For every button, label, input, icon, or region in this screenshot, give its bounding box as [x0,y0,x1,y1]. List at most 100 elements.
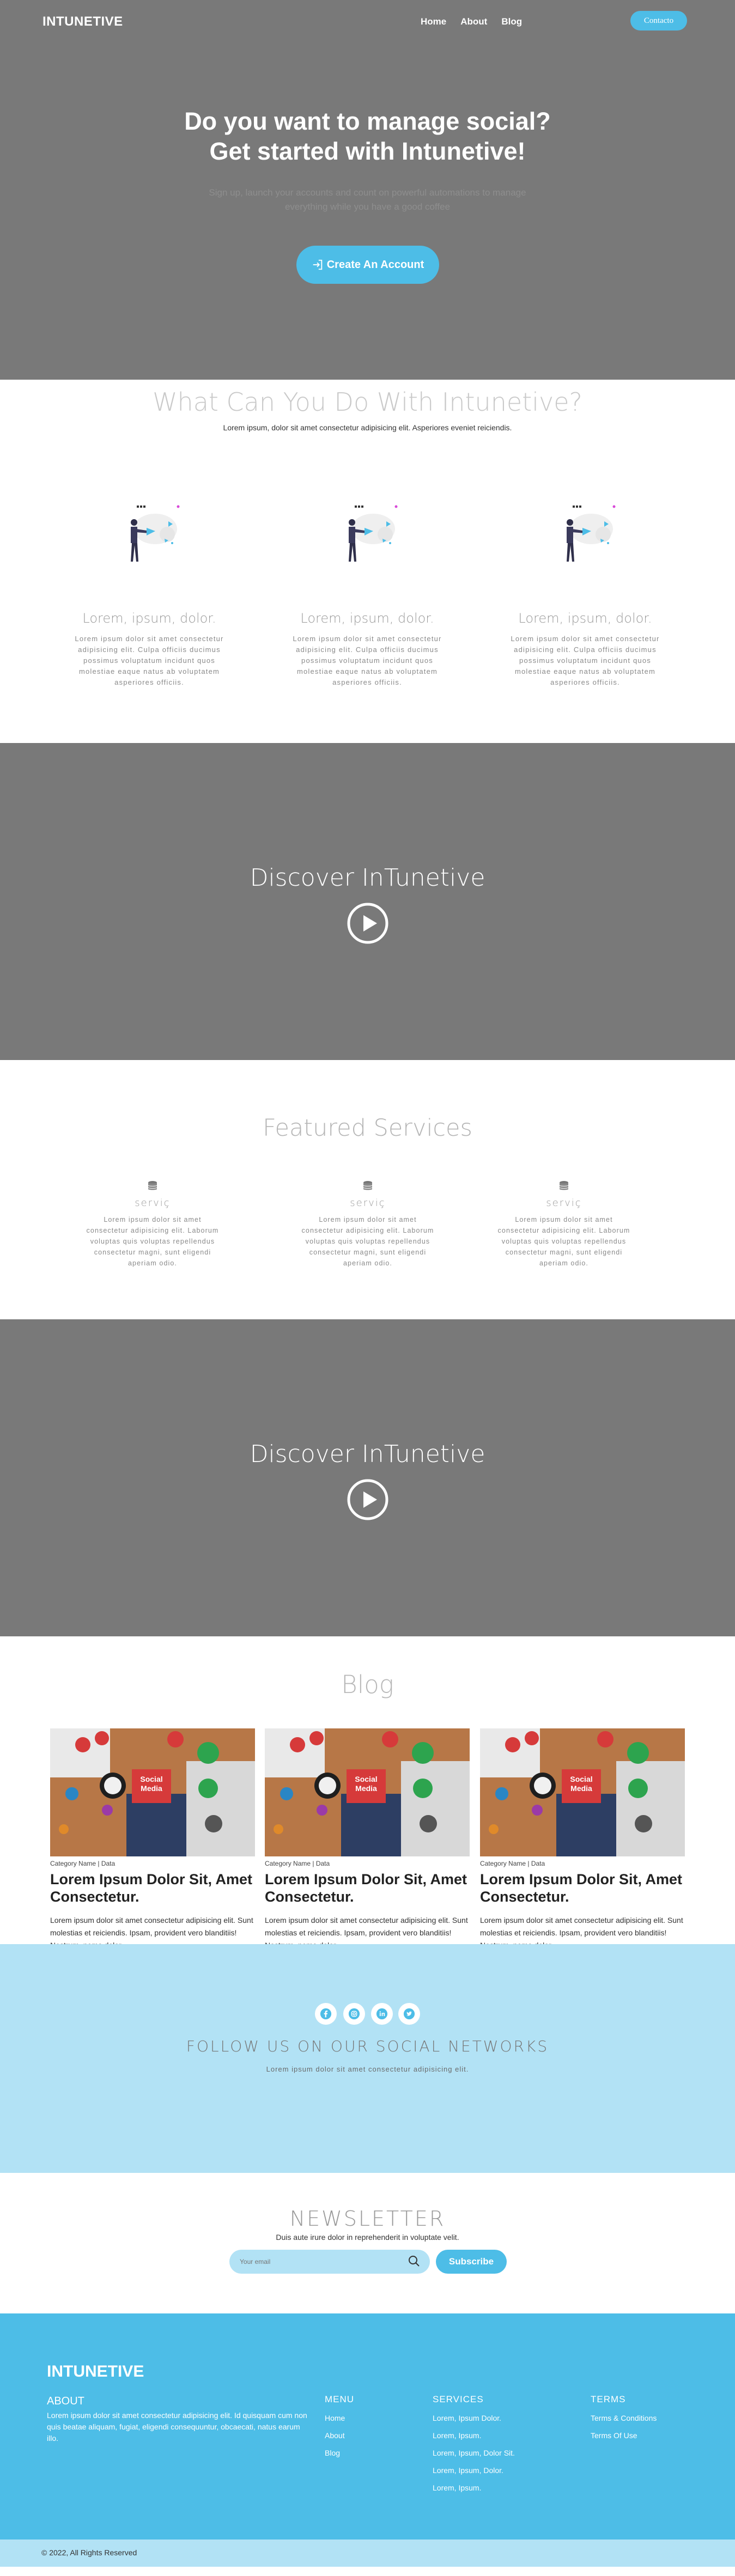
footer: INTUNETIVE ABOUT Lorem ipsum dolor sit a… [0,2313,735,2540]
feature-card: Lorem, ipsum, dolor. Lorem ipsum dolor s… [503,494,667,688]
blog-post-category: Category Name | Data [265,1860,330,1867]
feature-title: Lorem, ipsum, dolor. [518,611,652,626]
linkedin-icon[interactable] [371,2003,393,2025]
feature-card: Lorem, ipsum, dolor. Lorem ipsum dolor s… [286,494,449,688]
blog-post[interactable]: Social Media Category Name | Data Lorem … [265,1728,470,1952]
instagram-icon[interactable] [343,2003,365,2025]
blog-title: Blog [341,1670,394,1699]
hero-title-line2: Get started with Intunetive! [209,137,526,165]
video-section: Discover InTunetive [0,743,735,1060]
feature-title: Lorem, ipsum, dolor. [300,611,434,626]
service-text: Lorem ipsum dolor sit amet consectetur a… [497,1216,630,1267]
video-title: Discover InTunetive [250,864,485,892]
social-media-badge: Social Media [570,1775,593,1793]
create-account-button[interactable]: Create An Account [296,246,439,284]
hero-sub-line2: everything while you have a good coffee [284,202,451,212]
video-title: Discover InTunetive [250,1440,485,1468]
footer-service-link[interactable]: Lorem, Ipsum, Dolor Sit. [433,2449,515,2457]
services-section: Featured Services serviç Lorem ipsum dol… [0,1060,735,1319]
blog-post-image[interactable]: Social Media [480,1728,685,1856]
footer-services-title: SERVICES [433,2394,484,2404]
presentation-illustration-icon [349,505,398,562]
features-title: What Can You Do With Intunetive? [153,387,582,417]
hero-section: INTUNETIVE Home About Blog Contacto Do y… [0,0,735,380]
search-icon [409,2256,420,2267]
service-card: serviç Lorem ipsum dolor sit amet consec… [493,1180,635,1269]
login-icon [313,259,322,270]
footer-link-blog[interactable]: Blog [325,2449,354,2457]
footer-service-link[interactable]: Lorem, Ipsum Dolor. [433,2414,515,2422]
hero-sub-line1: Sign up, launch your accounts and count … [209,187,526,198]
presentation-illustration-icon [567,505,616,562]
footer-service-link[interactable]: Lorem, Ipsum. [433,2431,515,2440]
nav-home[interactable]: Home [421,16,446,27]
service-title: serviç [546,1197,582,1209]
blog-post[interactable]: Social Media Category Name | Data Lorem … [50,1728,255,1952]
footer-services: SERVICES Lorem, Ipsum Dolor. Lorem, Ipsu… [433,2394,515,2492]
contact-button[interactable]: Contacto [630,11,687,31]
hero-title-line1: Do you want to manage social? [184,107,551,135]
features-subtitle: Lorem ipsum, dolor sit amet consectetur … [223,423,512,432]
copyright-text: © 2022, All Rights Reserved [41,2548,137,2557]
footer-link-home[interactable]: Home [325,2414,354,2422]
blog-post-category: Category Name | Data [480,1860,545,1867]
nav-menu: Home About Blog [421,16,522,27]
service-card: serviç Lorem ipsum dolor sit amet consec… [82,1180,223,1269]
twitter-icon[interactable] [398,2003,420,2025]
footer-terms: TERMS Terms & Conditions Terms Of Use [591,2394,657,2440]
social-section: FOLLOW US ON OUR SOCIAL NETWORKS Lorem i… [0,1944,735,2173]
services-title: Featured Services [263,1115,472,1142]
footer-terms-link[interactable]: Terms & Conditions [591,2414,657,2422]
footer-service-link[interactable]: Lorem, Ipsum, Dolor. [433,2466,515,2475]
features-section: What Can You Do With Intunetive? Lorem i… [0,380,735,743]
video-section: Discover InTunetive [0,1319,735,1636]
subscribe-button[interactable]: Subscribe [436,2250,507,2274]
blog-post[interactable]: Social Media Category Name | Data Lorem … [480,1728,685,1952]
follow-text: Lorem ipsum dolor sit amet consectetur a… [266,2065,469,2073]
service-card: serviç Lorem ipsum dolor sit amet consec… [297,1180,439,1269]
service-text: Lorem ipsum dolor sit amet consectetur a… [86,1216,219,1267]
nav-about[interactable]: About [460,16,487,27]
hero-subtitle: Sign up, launch your accounts and count … [0,186,735,214]
follow-title: FOLLOW US ON OUR SOCIAL NETWORKS [186,2037,549,2055]
newsletter-text: Duis aute irure dolor in reprehenderit i… [276,2233,459,2242]
social-media-badge: Social Media [355,1775,378,1793]
blog-post-title[interactable]: Lorem Ipsum Dolor Sit, Amet Consectetur. [50,1871,255,1905]
database-icon [559,1181,569,1190]
service-title: serviç [350,1197,386,1209]
footer-about-text: Lorem ipsum dolor sit amet consectetur a… [47,2411,307,2443]
newsletter-section: NEWSLETTER Duis aute irure dolor in repr… [0,2173,735,2313]
brand-logo[interactable]: INTUNETIVE [42,14,123,29]
copyright-bar: © 2022, All Rights Reserved [0,2540,735,2567]
play-icon[interactable] [347,902,389,945]
database-icon [148,1181,157,1190]
feature-text: Lorem ipsum dolor sit amet consectetur a… [293,635,442,686]
footer-link-about[interactable]: About [325,2431,354,2440]
facebook-icon[interactable] [315,2003,337,2025]
footer-terms-link[interactable]: Terms Of Use [591,2431,657,2440]
play-icon[interactable] [347,1478,389,1521]
social-media-badge: Social Media [140,1775,163,1793]
newsletter-title: NEWSLETTER [289,2207,446,2231]
blog-post-image[interactable]: Social Media [50,1728,255,1856]
footer-menu: MENU Home About Blog [325,2394,354,2457]
blog-post-title[interactable]: Lorem Ipsum Dolor Sit, Amet Consectetur. [265,1871,470,1905]
email-input[interactable] [240,2258,403,2266]
feature-title: Lorem, ipsum, dolor. [82,611,216,626]
footer-service-link[interactable]: Lorem, Ipsum. [433,2483,515,2492]
footer-about-title: ABOUT [47,2395,84,2407]
footer-menu-title: MENU [325,2394,355,2404]
blog-post-title[interactable]: Lorem Ipsum Dolor Sit, Amet Consectetur. [480,1871,685,1905]
nav-blog[interactable]: Blog [501,16,522,27]
database-icon [363,1181,373,1190]
footer-terms-title: TERMS [591,2394,626,2404]
footer-brand: INTUNETIVE [47,2362,144,2380]
hero-title: Do you want to manage social? Get starte… [0,106,735,166]
feature-text: Lorem ipsum dolor sit amet consectetur a… [511,635,660,686]
service-title: serviç [135,1197,171,1209]
service-text: Lorem ipsum dolor sit amet consectetur a… [301,1216,434,1267]
top-nav: INTUNETIVE Home About Blog Contacto [0,0,735,44]
blog-post-image[interactable]: Social Media [265,1728,470,1856]
create-account-label: Create An Account [326,258,424,271]
feature-card: Lorem, ipsum, dolor. Lorem ipsum dolor s… [68,494,231,688]
